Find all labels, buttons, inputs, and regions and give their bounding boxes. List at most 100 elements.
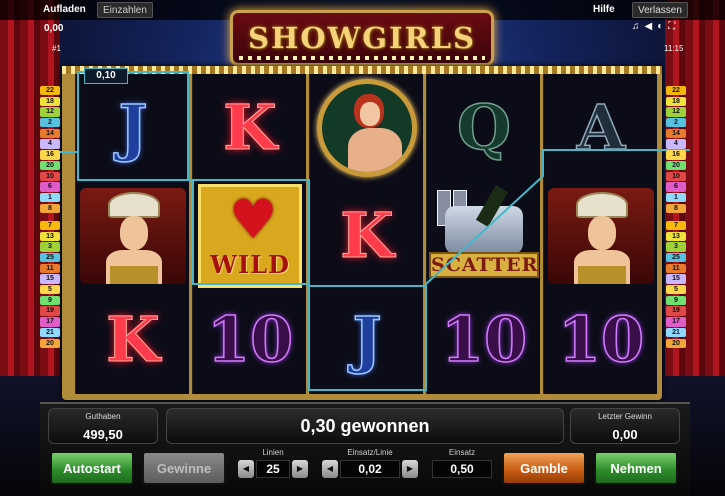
payline-indicator[interactable]: 18 [666,96,686,107]
payline-indicator[interactable]: 11 [666,263,686,274]
balance-label: Guthaben [85,412,121,421]
reel-1: J K [75,74,189,394]
reel-frame-lights [62,66,662,74]
payline-indicator[interactable]: 19 [40,306,60,316]
payline-indicator[interactable]: 22 [40,86,60,96]
reel-cell: K [193,76,307,180]
reel-cell: ♥ WILD [193,184,307,288]
sound-toggle-icon[interactable]: ◐ [657,21,668,32]
symbol-q: Q [456,91,512,164]
help-button[interactable]: Hilfe [588,2,620,18]
payline-indicator[interactable]: 3 [666,242,686,252]
payline-indicator[interactable]: 17 [40,317,60,327]
gewinne-button[interactable]: Gewinne [142,451,226,485]
payline-indicator[interactable]: 5 [40,285,60,295]
exit-button[interactable]: Verlassen [632,2,688,18]
payline-indicator[interactable]: 2 [666,118,686,128]
reel-2: K ♥ WILD 10 [192,74,306,394]
balance-box: Guthaben 499,50 [48,408,158,444]
reel-cell: K [310,184,424,288]
payline-indicator[interactable]: 21 [666,327,686,338]
payline-indicator[interactable]: 4 [666,139,686,149]
tab-einzahlen[interactable]: Einzahlen [97,2,153,18]
payline-indicator[interactable]: 13 [666,231,686,242]
reel-cell: SCATTER [427,184,541,288]
reel-5: A 10 [543,74,657,394]
reel-cell: 10 [544,288,658,392]
bet-per-line-label: Einsatz/Linie [347,448,393,457]
reel-cell: K [76,288,190,392]
lines-increase-button[interactable]: ▶ [292,460,308,478]
reel-cell [310,76,424,180]
payline-indicator[interactable]: 25 [40,253,60,263]
take-win-button[interactable]: Nehmen [594,451,678,485]
last-win-label: Letzter Gewinn [598,412,652,421]
game-number: #1 [52,44,61,53]
payline-indicator[interactable]: 9 [40,295,60,306]
payline-indicator[interactable]: 10 [40,171,60,181]
payline-indicator[interactable]: 12 [40,107,60,117]
payline-indicator[interactable]: 19 [666,306,686,316]
payline-indicator[interactable]: 15 [40,274,60,284]
payline-indicator[interactable]: 16 [40,150,60,160]
payline-indicator[interactable]: 15 [666,274,686,284]
payline-indicator[interactable]: 5 [666,285,686,295]
payline-indicator[interactable]: 16 [666,150,686,160]
payline-indicator[interactable]: 25 [666,253,686,263]
payline-indicator[interactable]: 2 [40,118,60,128]
payline-indicators-left: 22 18 12 2 14 4 16 20 10 6 1 8 7 13 3 25 11 15 5 9 19 17 21 20 [40,86,60,349]
symbol-j: J [352,303,383,376]
payline-indicator[interactable]: 7 [40,220,60,231]
payline-indicator[interactable]: 21 [40,327,60,338]
payline-indicator[interactable]: 8 [666,203,686,213]
payline-indicator[interactable]: 1 [40,192,60,203]
payline-indicator[interactable]: 14 [666,128,686,139]
payline-indicator[interactable]: 10 [666,171,686,181]
gamble-button[interactable]: Gamble [502,451,586,485]
payline-indicator[interactable]: 20 [666,338,686,348]
payline-indicator[interactable]: 18 [40,96,60,107]
reel-cell: J [310,288,424,392]
payline-indicator[interactable]: 6 [666,182,686,192]
logo-title: SHOWGIRLS [248,21,476,55]
symbol-10: 10 [557,303,645,376]
bet-per-line-decrease-button[interactable]: ◀ [322,460,338,478]
payline-indicator[interactable]: 20 [666,160,686,171]
payline-indicator[interactable]: 20 [40,160,60,171]
speaker-icon[interactable]: ◀ [645,21,658,32]
lines-label: Linien [262,448,284,457]
payline-indicator[interactable]: 9 [666,295,686,306]
payline-indicator[interactable]: 20 [40,338,60,348]
bet-per-line-increase-button[interactable]: ▶ [402,460,418,478]
fullscreen-icon[interactable]: ⛶ [668,21,680,32]
symbol-showgirl [80,188,186,284]
payline-indicator[interactable]: 13 [40,231,60,242]
clock: 11:15 [664,44,684,53]
autostart-button[interactable]: Autostart [50,451,134,485]
symbol-j: J [118,91,149,164]
payline-indicator[interactable]: 22 [666,86,686,96]
payline-indicator[interactable]: 17 [666,317,686,327]
game-logo: SHOWGIRLS [230,10,494,66]
payline-indicator[interactable]: 7 [666,220,686,231]
reel-cell [76,184,190,288]
payline-indicator[interactable]: 4 [40,139,60,149]
payline-indicator[interactable]: 11 [40,263,60,274]
payline-indicator[interactable]: 6 [40,182,60,192]
symbol-10: 10 [206,303,294,376]
symbol-k: K [106,303,161,376]
payline-indicator[interactable]: 8 [40,203,60,213]
line-win-amount: 0,10 [84,68,128,84]
reel-cell [544,184,658,288]
payline-indicator[interactable]: 3 [40,242,60,252]
payline-indicator[interactable]: 1 [666,192,686,203]
reel-3: K J [309,74,423,394]
lines-decrease-button[interactable]: ◀ [238,460,254,478]
payline-indicator[interactable]: 14 [40,128,60,139]
bet-per-line-value: 0,02 [340,460,400,478]
music-icon[interactable]: ♫ [632,21,645,32]
payline-indicator[interactable]: 12 [666,107,686,117]
scatter-label: SCATTER [429,252,539,278]
tab-aufladen[interactable]: Aufladen [38,2,91,18]
reel-4: Q SCATTER 10 [426,74,540,394]
